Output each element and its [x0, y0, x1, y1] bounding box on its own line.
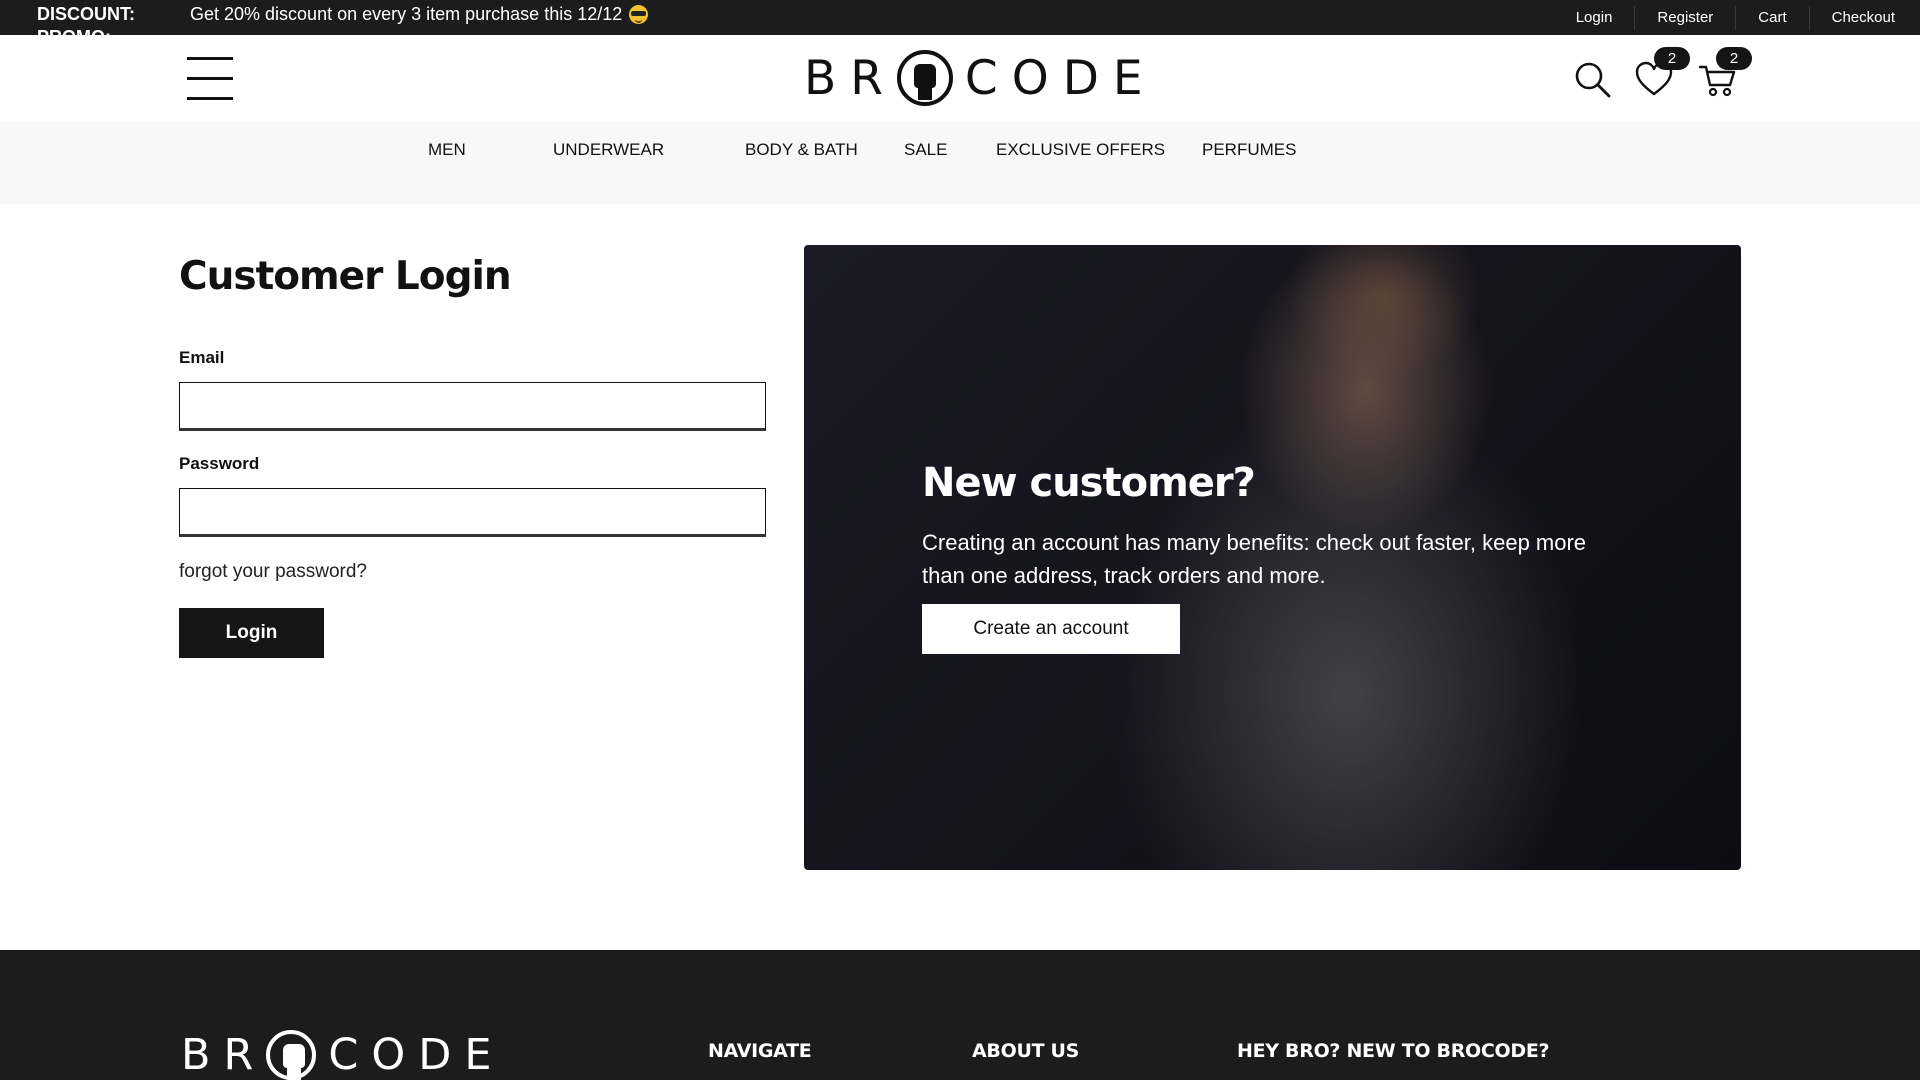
- email-field[interactable]: [179, 382, 766, 431]
- sunglasses-emoji-icon: [629, 4, 649, 24]
- forgot-password-link[interactable]: forgot your password?: [179, 561, 367, 583]
- top-bar: DISCOUNT: Get 20% discount on every 3 it…: [0, 0, 1920, 35]
- footer-heading-about-us: ABOUT US: [972, 1040, 1080, 1062]
- site-footer: BR CODE NAVIGATE ABOUT US HEY BRO? NEW T…: [0, 950, 1920, 1080]
- new-customer-text: Creating an account has many benefits: c…: [922, 530, 1587, 588]
- footer-logo[interactable]: BR CODE: [181, 1030, 505, 1080]
- site-logo[interactable]: BR CODE: [804, 49, 1157, 107]
- password-label: Password: [179, 454, 260, 473]
- top-link-register[interactable]: Register: [1634, 5, 1735, 30]
- hamburger-menu-icon[interactable]: [187, 57, 233, 101]
- new-customer-panel: New customer? Creating an account has ma…: [804, 245, 1741, 870]
- promo-label: DISCOUNT:: [37, 3, 135, 24]
- wishlist-count-badge: 2: [1654, 47, 1690, 70]
- login-button[interactable]: Login: [179, 608, 324, 658]
- nav-item-men[interactable]: MEN: [428, 137, 466, 163]
- footer-heading-navigate: NAVIGATE: [708, 1040, 812, 1062]
- create-account-button[interactable]: Create an account: [922, 604, 1180, 654]
- top-link-checkout[interactable]: Checkout: [1808, 5, 1920, 30]
- promo-next-label: PROMO:: [37, 28, 111, 35]
- logo-text-left: BR: [804, 50, 897, 106]
- promo-text: Get 20% discount on every 3 item purchas…: [190, 3, 623, 24]
- site-header: BR CODE 2 2: [0, 35, 1920, 122]
- page-title: Customer Login: [179, 254, 512, 299]
- nav-item-underwear[interactable]: UNDERWEAR: [553, 137, 664, 163]
- top-links: Login Register Cart Checkout: [1554, 0, 1920, 35]
- nav-item-exclusive-offers[interactable]: EXCLUSIVE OFFERS: [996, 137, 1165, 163]
- nav-item-perfumes[interactable]: PERFUMES: [1202, 137, 1296, 163]
- password-field[interactable]: [179, 488, 766, 537]
- top-link-login[interactable]: Login: [1554, 6, 1635, 30]
- search-icon[interactable]: [1572, 59, 1612, 99]
- main-nav: MEN UNDERWEAR BODY & BATH SALE EXCLUSIVE…: [0, 122, 1920, 204]
- nav-item-sale[interactable]: SALE: [904, 137, 947, 163]
- logo-text-right: CODE: [964, 50, 1157, 106]
- footer-logo-text-right: CODE: [328, 1030, 505, 1080]
- nav-item-body-bath[interactable]: BODY & BATH: [745, 137, 858, 163]
- promo-line: DISCOUNT: Get 20% discount on every 3 it…: [37, 3, 649, 25]
- footer-logo-text-left: BR: [181, 1030, 267, 1080]
- fist-logo-icon: [266, 1030, 317, 1080]
- new-customer-title: New customer?: [922, 460, 1256, 506]
- top-link-cart[interactable]: Cart: [1735, 5, 1808, 30]
- cart-count-badge: 2: [1716, 47, 1752, 70]
- footer-heading-new-to-brocode: HEY BRO? NEW TO BROCODE?: [1237, 1040, 1550, 1062]
- email-label: Email: [179, 348, 225, 367]
- fist-logo-icon: [896, 50, 953, 106]
